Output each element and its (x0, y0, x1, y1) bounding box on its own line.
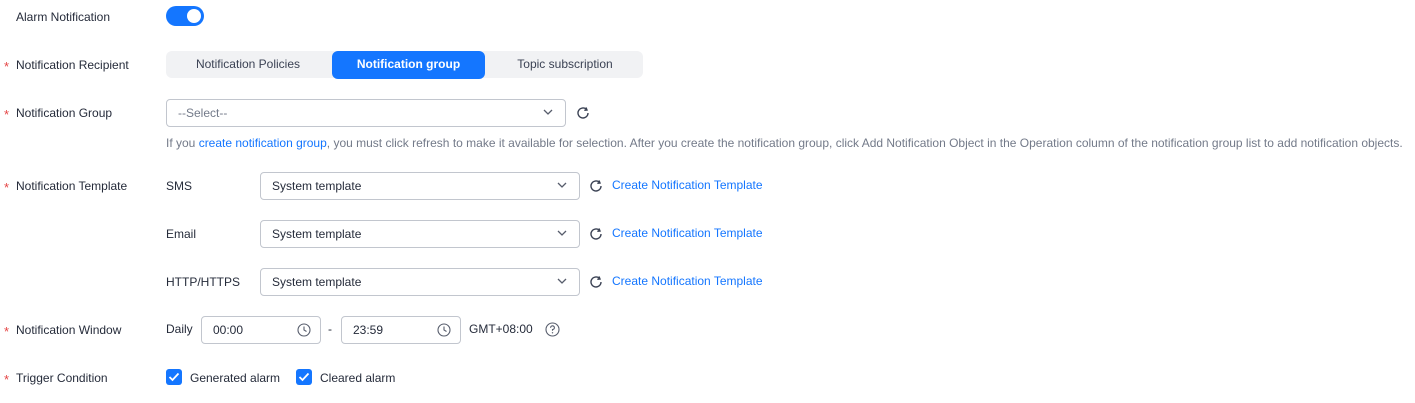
end-time-picker[interactable]: 23:59 (341, 316, 461, 344)
select-value: System template (272, 179, 362, 193)
required-marker: * (4, 107, 10, 122)
hint-text: If you (166, 136, 199, 150)
create-notification-group-link[interactable]: create notification group (199, 136, 327, 150)
toggle-knob (187, 9, 201, 23)
start-time-value: 00:00 (213, 323, 244, 337)
sms-template-select[interactable]: System template (260, 172, 580, 200)
timezone-label: GMT+08:00 (469, 322, 533, 336)
tab-notification-group[interactable]: Notification group (332, 51, 485, 79)
time-separator: - (328, 322, 332, 336)
create-sms-template-link[interactable]: Create Notification Template (612, 178, 763, 192)
select-value: System template (272, 227, 362, 241)
notification-recipient-label: Notification Recipient (16, 58, 129, 72)
chevron-down-icon (543, 109, 553, 115)
start-time-picker[interactable]: 00:00 (201, 316, 321, 344)
generated-alarm-checkbox[interactable] (166, 369, 182, 385)
daily-label: Daily (166, 322, 193, 336)
end-time-value: 23:59 (353, 323, 384, 337)
generated-alarm-label: Generated alarm (190, 371, 281, 385)
chevron-down-icon (557, 230, 567, 236)
refresh-icon[interactable] (575, 105, 591, 121)
notification-group-label: Notification Group (16, 106, 113, 120)
alarm-notification-toggle[interactable] (166, 6, 204, 26)
create-http-template-link[interactable]: Create Notification Template (612, 274, 763, 288)
tab-topic-subscription[interactable]: Topic subscription (487, 51, 643, 78)
refresh-icon[interactable] (588, 226, 604, 242)
hint-text: , you must click refresh to make it avai… (326, 136, 1403, 150)
refresh-icon[interactable] (588, 178, 604, 194)
notification-group-select[interactable]: --Select-- (166, 99, 566, 127)
select-placeholder: --Select-- (178, 106, 228, 120)
cleared-alarm-checkbox[interactable] (296, 369, 312, 385)
refresh-icon[interactable] (588, 274, 604, 290)
create-email-template-link[interactable]: Create Notification Template (612, 226, 763, 240)
clock-icon (297, 323, 311, 337)
cleared-alarm-label: Cleared alarm (320, 371, 396, 385)
trigger-condition-label: Trigger Condition (16, 371, 108, 385)
help-icon[interactable] (545, 322, 560, 337)
required-marker: * (4, 324, 10, 339)
alarm-notification-label: Alarm Notification (16, 10, 111, 24)
select-value: System template (272, 275, 362, 289)
notification-window-label: Notification Window (16, 323, 122, 337)
recipient-segmented-control: Notification Policies Notification group… (166, 51, 643, 79)
required-marker: * (4, 372, 10, 387)
email-template-select[interactable]: System template (260, 220, 580, 248)
tab-notification-policies[interactable]: Notification Policies (166, 51, 330, 78)
notification-group-hint: If you create notification group, you mu… (166, 136, 1403, 150)
check-icon (168, 372, 180, 382)
chevron-down-icon (557, 278, 567, 284)
clock-icon (437, 323, 451, 337)
sms-label: SMS (166, 179, 193, 193)
required-marker: * (4, 180, 10, 195)
http-https-label: HTTP/HTTPS (166, 275, 240, 289)
chevron-down-icon (557, 182, 567, 188)
http-template-select[interactable]: System template (260, 268, 580, 296)
check-icon (298, 372, 310, 382)
notification-template-label: Notification Template (16, 179, 128, 193)
email-label: Email (166, 227, 197, 241)
required-marker: * (4, 59, 10, 74)
